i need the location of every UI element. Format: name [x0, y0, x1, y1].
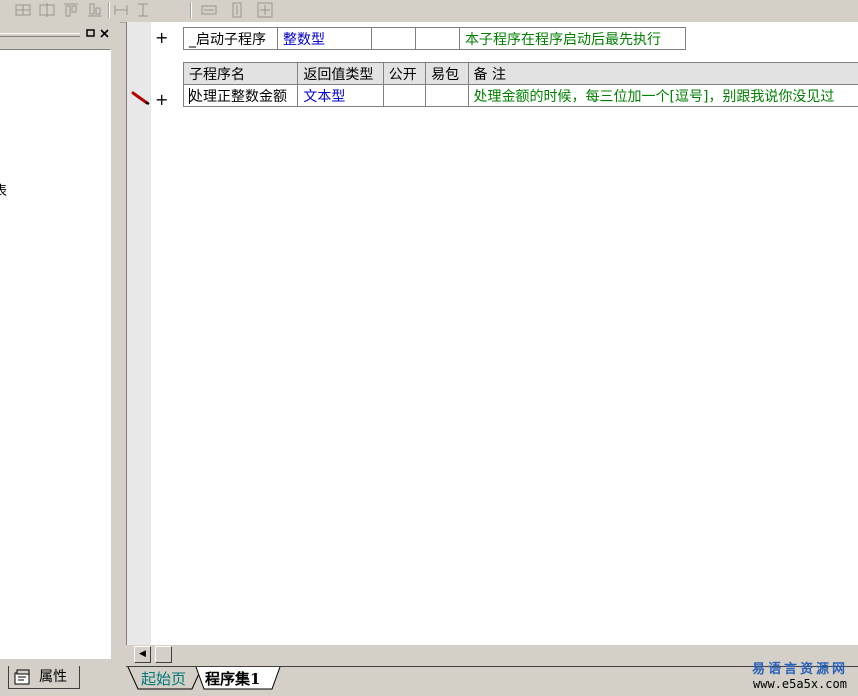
property-tree[interactable]: 表 — [0, 49, 111, 659]
tab-properties-label: 属性 — [39, 666, 67, 688]
properties-icon — [14, 669, 32, 685]
space-horizontal-icon[interactable] — [112, 1, 130, 19]
scroll-left-arrow-icon: ◀ — [139, 649, 146, 659]
left-dock-panel: 表 — [0, 22, 120, 667]
table-header-row: 子程序名 返回值类型 公开 易包 备 注 — [184, 63, 858, 85]
watermark-url: www.e5a5x.com — [752, 677, 848, 691]
table-row[interactable]: 处理正整数金额 文本型 处理金额的时候，每三位加一个[逗号]，别跟我说你没见过 — [184, 85, 858, 107]
subroutine-package-cell[interactable] — [426, 85, 468, 107]
table-row[interactable]: _启动子程序 整数型 本子程序在程序启动后最先执行 — [184, 28, 686, 50]
startup-type-cell[interactable]: 整数型 — [278, 28, 372, 50]
scroll-left-button[interactable]: ◀ — [134, 646, 151, 663]
document-tabs: 起始页 程序集1 — [126, 666, 858, 696]
startup-remark-cell[interactable]: 本子程序在程序启动后最先执行 — [460, 28, 686, 50]
panel-caption — [0, 26, 118, 42]
header-public: 公开 — [383, 63, 425, 85]
horizontal-scrollbar[interactable]: ◀ — [126, 645, 858, 665]
scroll-right-button[interactable] — [155, 646, 172, 663]
restore-icon[interactable] — [85, 28, 96, 39]
expand-startup-icon[interactable]: + — [155, 30, 168, 46]
subroutine-type-cell[interactable]: 文本型 — [298, 85, 383, 107]
header-package: 易包 — [426, 63, 468, 85]
tab-properties[interactable]: 属性 — [8, 666, 80, 689]
tab-program-set-1[interactable]: 程序集1 — [205, 667, 260, 691]
startup-public-cell[interactable] — [372, 28, 416, 50]
align-center-icon[interactable] — [38, 1, 56, 19]
align-top-icon[interactable] — [62, 1, 80, 19]
close-icon[interactable] — [99, 28, 110, 39]
same-size-icon[interactable] — [256, 1, 274, 19]
header-name: 子程序名 — [184, 63, 298, 85]
same-height-icon[interactable] — [228, 1, 246, 19]
same-width-icon[interactable] — [200, 1, 218, 19]
header-remark: 备 注 — [468, 63, 858, 85]
tab-start-page[interactable]: 起始页 — [141, 667, 186, 691]
toolbar — [0, 0, 858, 23]
watermark-title: 易语言资源网 — [752, 658, 848, 677]
subroutine-table: 子程序名 返回值类型 公开 易包 备 注 处理正整数金额 文本型 处理金额的时候… — [183, 62, 858, 107]
header-return-type: 返回值类型 — [298, 63, 383, 85]
text-caret — [189, 88, 190, 104]
edit-pen-icon — [131, 91, 151, 105]
editor-gutter — [127, 22, 151, 645]
space-vertical-icon[interactable] — [134, 1, 152, 19]
subroutine-name-cell[interactable]: 处理正整数金额 — [184, 85, 298, 107]
panel-grip[interactable] — [0, 33, 80, 37]
startup-subroutine-table: _启动子程序 整数型 本子程序在程序启动后最先执行 — [183, 27, 686, 50]
subroutine-remark-cell[interactable]: 处理金额的时候，每三位加一个[逗号]，别跟我说你没见过 — [468, 85, 858, 107]
expand-subroutine-icon[interactable]: + — [155, 92, 168, 108]
code-editor[interactable]: + _启动子程序 整数型 本子程序在程序启动后最先执行 + 子程序名 返回值类型… — [126, 22, 858, 645]
subroutine-public-cell[interactable] — [383, 85, 425, 107]
subroutine-name-text: 处理正整数金额 — [189, 89, 287, 105]
site-watermark: 易语言资源网 www.e5a5x.com — [752, 658, 848, 691]
startup-package-cell[interactable] — [416, 28, 460, 50]
align-bottom-icon[interactable] — [86, 1, 104, 19]
tree-item-text: 表 — [0, 180, 7, 199]
startup-name-cell[interactable]: _启动子程序 — [184, 28, 278, 50]
align-left-icon[interactable] — [14, 1, 32, 19]
